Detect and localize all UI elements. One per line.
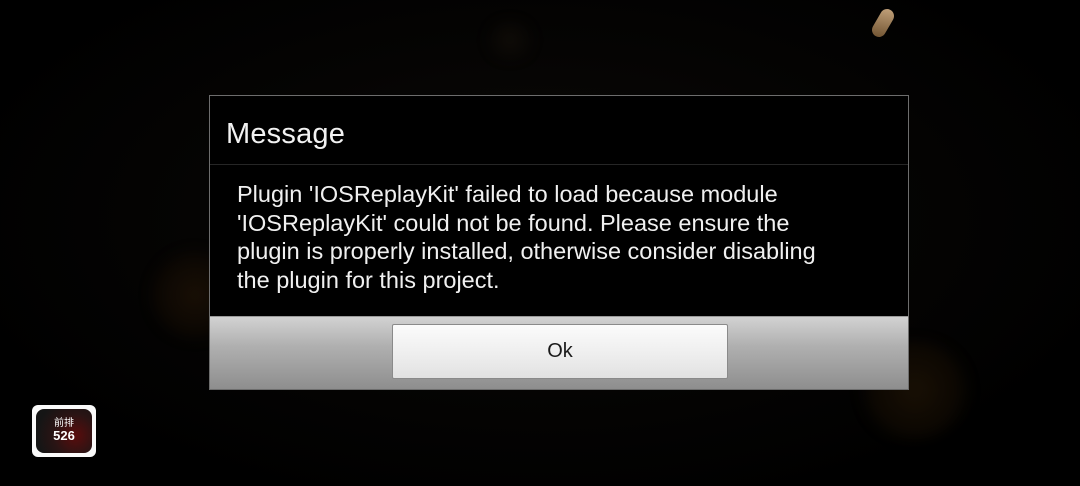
app-badge[interactable]: 前排 526 (32, 405, 96, 457)
background-art (480, 20, 540, 60)
dialog-message: Plugin 'IOSReplayKit' failed to load bec… (237, 181, 816, 293)
dialog-title: Message (226, 118, 346, 150)
app-badge-icon: 前排 526 (36, 409, 92, 453)
message-dialog: Message Plugin 'IOSReplayKit' failed to … (209, 95, 909, 390)
dialog-button-bar: Ok (210, 316, 908, 389)
app-badge-number: 526 (53, 428, 75, 444)
game-screen: Message Plugin 'IOSReplayKit' failed to … (0, 0, 1080, 486)
background-art (869, 6, 897, 40)
title-divider (210, 164, 908, 165)
ok-button[interactable]: Ok (392, 324, 728, 379)
